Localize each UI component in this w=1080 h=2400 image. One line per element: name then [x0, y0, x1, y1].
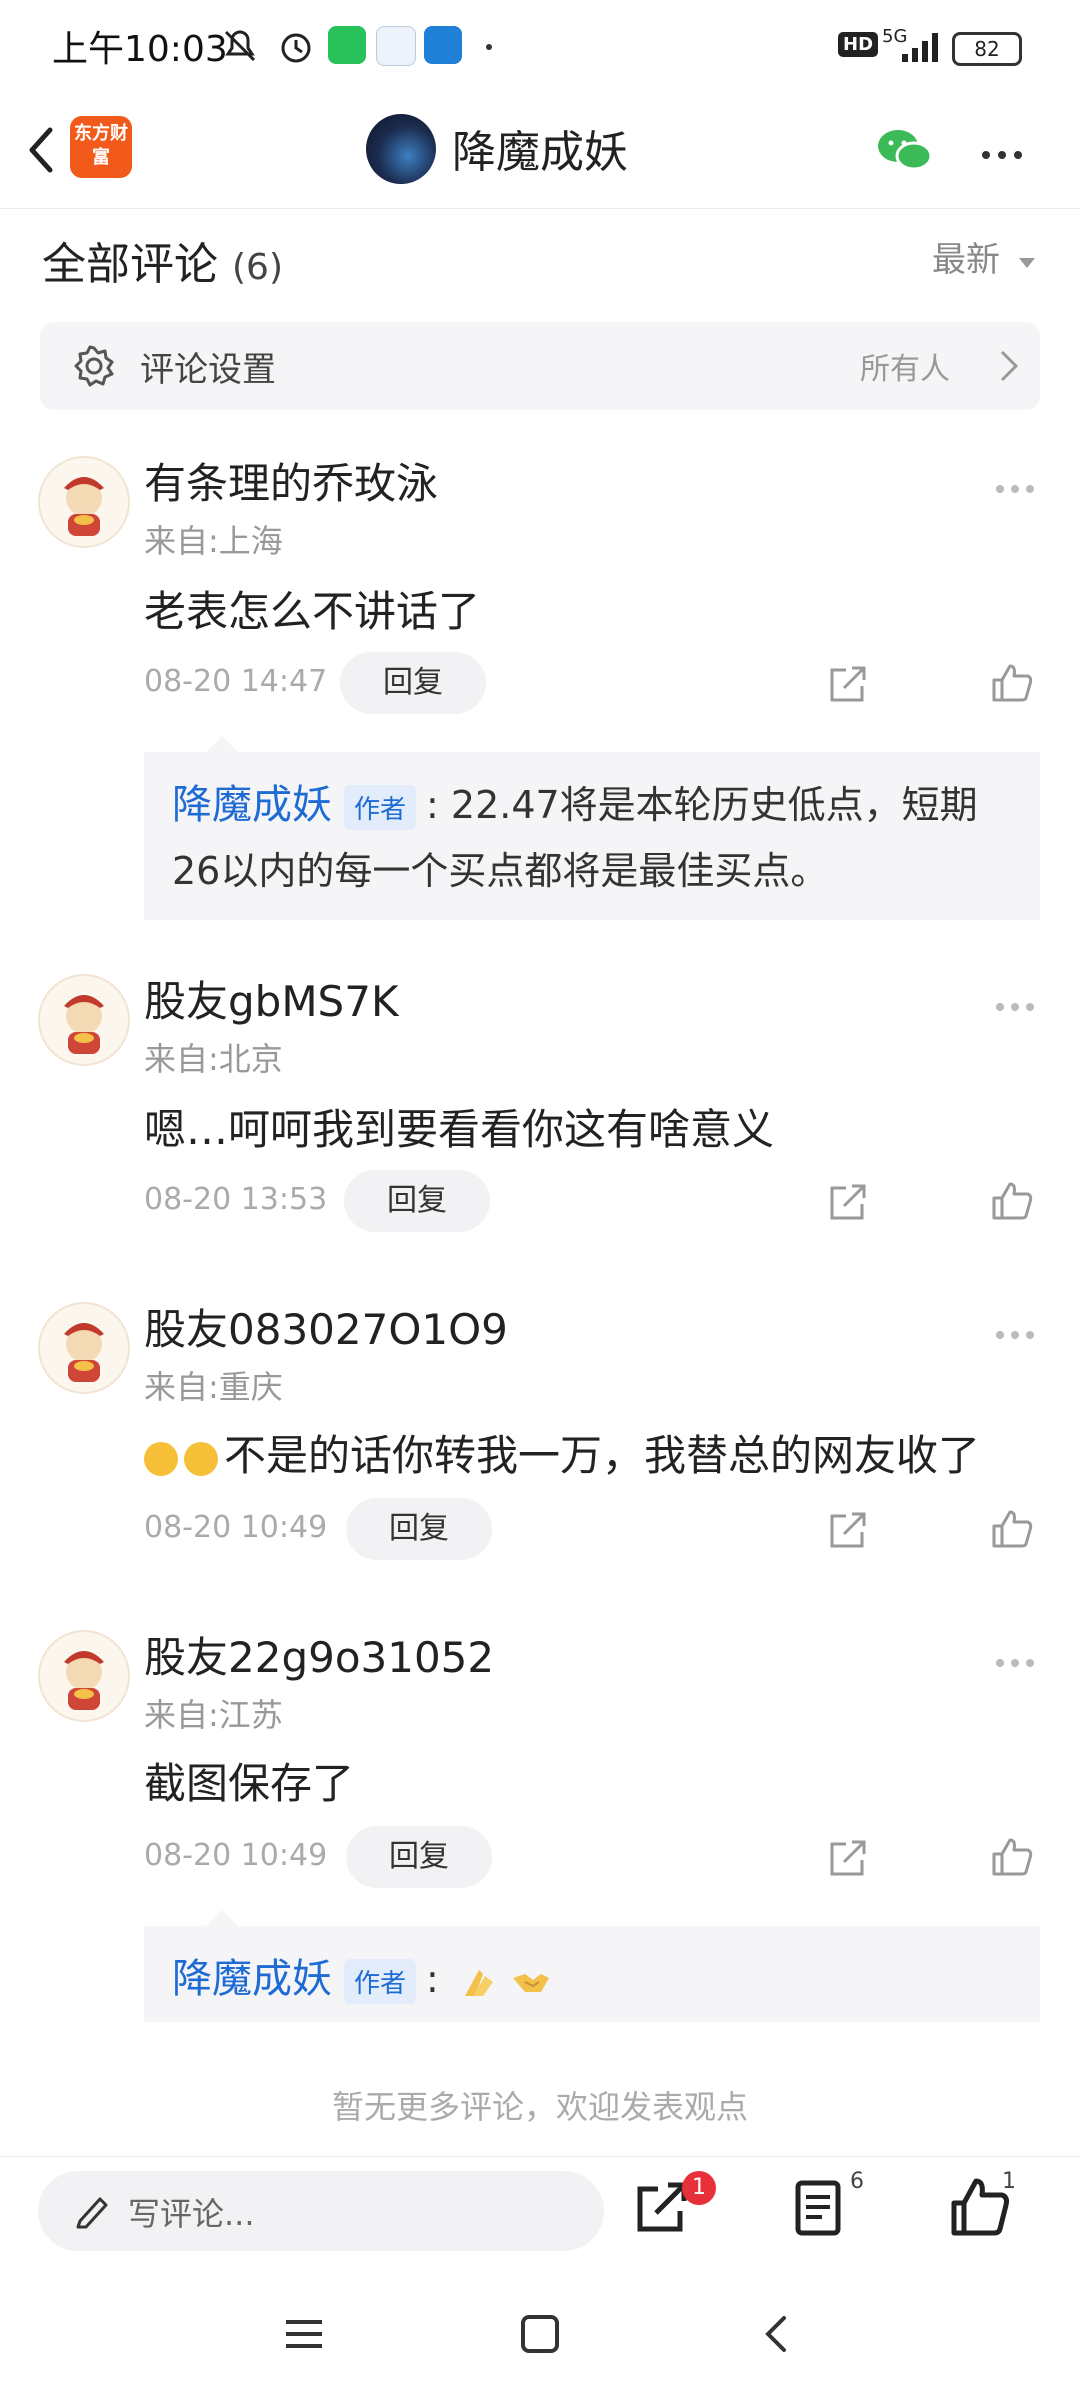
write-comment-input[interactable]: 写评论... — [38, 2171, 604, 2251]
caret-down-icon — [1018, 258, 1035, 268]
commenter-location: 来自:江苏 — [144, 1696, 283, 1734]
share-icon[interactable] — [826, 1836, 870, 1880]
share-icon[interactable] — [826, 1180, 870, 1224]
share-icon[interactable] — [826, 662, 870, 706]
comment-text: 截图保存了 — [144, 1759, 355, 1808]
like-icon[interactable] — [990, 1506, 1034, 1550]
like-icon[interactable] — [990, 1834, 1034, 1878]
commenter-name[interactable]: 股友083027O1O9 — [144, 1296, 508, 1357]
comment-settings-row[interactable]: 评论设置 所有人 — [40, 322, 1040, 410]
top-navigation-bar: 东方财富 降魔成妖 — [0, 90, 1080, 209]
settings-value: 所有人 — [860, 352, 950, 387]
like-icon[interactable] — [990, 1178, 1034, 1222]
comment-time: 08-20 10:49 — [144, 1838, 328, 1873]
comment-count: 6 — [850, 2169, 864, 2194]
avatar-illustration — [64, 477, 104, 536]
back-arrow-icon[interactable] — [18, 120, 66, 180]
commenter-name[interactable]: 股友22g9o31052 — [144, 1624, 494, 1685]
comment-text: 嗯…呵呵我到要看看你这有啥意义 — [144, 1105, 775, 1154]
calendar-notification-icon — [376, 26, 416, 66]
back-icon[interactable] — [756, 2314, 796, 2354]
reply-button[interactable]: 回复 — [346, 1498, 492, 1560]
page-title[interactable]: 降魔成妖 — [452, 116, 628, 180]
share-count-badge: 1 — [682, 2171, 716, 2205]
chevron-right-icon — [1000, 350, 1019, 382]
alarm-icon — [281, 33, 311, 63]
reply-button[interactable]: 回复 — [346, 1826, 492, 1888]
app-notification-icon — [424, 26, 462, 64]
comment-more-icon[interactable] — [996, 478, 1041, 497]
pencil-icon — [76, 2197, 108, 2229]
reply-text-line1: : 22.47将是本轮历史低点，短期 — [426, 783, 978, 827]
write-comment-placeholder: 写评论... — [128, 2195, 255, 2233]
battery-indicator: 82 — [952, 32, 1022, 66]
comments-title: 全部评论 — [42, 239, 218, 290]
more-notifications-dot — [486, 44, 492, 50]
mute-icon — [224, 30, 256, 62]
comment-more-icon[interactable] — [996, 1652, 1041, 1671]
reply-button[interactable]: 回复 — [344, 1170, 490, 1232]
reply-box-pointer — [206, 1910, 238, 1926]
more-options-icon[interactable] — [982, 144, 1030, 163]
comment-text-row: 不是的话你转我一万，我替总的网友收了 — [144, 1422, 980, 1483]
like-icon[interactable] — [990, 660, 1034, 704]
reply-author-name[interactable]: 降魔成妖 — [172, 782, 332, 828]
reply-text-line2: 26以内的每一个买点都将是最佳买点。 — [172, 849, 829, 893]
author-tag: 作者 — [344, 1959, 417, 2004]
comment-time: 08-20 14:47 — [144, 664, 328, 699]
home-icon[interactable] — [520, 2314, 560, 2354]
sort-label: 最新 — [932, 240, 1000, 280]
commenter-name[interactable]: 有条理的乔玫泳 — [144, 450, 438, 511]
comment-more-icon[interactable] — [996, 1324, 1041, 1343]
reply-button[interactable]: 回复 — [340, 652, 486, 714]
comments-heading: 全部评论 (6) — [42, 228, 283, 292]
avatar-illustration — [64, 1323, 104, 1382]
settings-label: 评论设置 — [140, 350, 276, 390]
comments-count: (6) — [232, 247, 283, 288]
like-count: 1 — [1002, 2169, 1016, 2194]
commenter-avatar[interactable] — [38, 1630, 130, 1722]
handshake-emoji-icon — [513, 1973, 550, 1992]
commenter-avatar[interactable] — [38, 974, 130, 1066]
wechat-notification-icon — [328, 26, 366, 64]
avatar-illustration — [64, 995, 104, 1054]
status-bar: 上午10:03 HD 5G 82 — [0, 0, 1080, 90]
blush-emoji-icon — [184, 1441, 218, 1476]
author-reply-box[interactable]: 降魔成妖 作者: — [144, 1910, 1040, 2022]
blush-emoji-icon — [144, 1441, 178, 1476]
sort-dropdown[interactable]: 最新 — [932, 232, 1037, 281]
author-reply-box[interactable]: 降魔成妖 作者: 22.47将是本轮历史低点，短期 26以内的每一个买点都将是最佳… — [144, 736, 1040, 920]
wechat-share-icon[interactable] — [874, 126, 934, 174]
status-time: 上午10:03 — [52, 29, 228, 70]
commenter-name[interactable]: 股友gbMS7K — [144, 968, 398, 1029]
commenter-avatar[interactable] — [38, 456, 130, 548]
author-tag: 作者 — [344, 785, 417, 830]
comment-more-icon[interactable] — [996, 996, 1041, 1015]
praying-hands-emoji-icon — [464, 1969, 493, 1996]
commenter-avatar[interactable] — [38, 1302, 130, 1394]
hd-badge: HD — [838, 32, 879, 57]
gear-icon — [74, 345, 114, 387]
comment-time: 08-20 10:49 — [144, 1510, 328, 1545]
signal-icon — [902, 33, 938, 62]
reply-box-pointer — [206, 736, 238, 752]
commenter-location: 来自:重庆 — [144, 1368, 283, 1406]
brand-logo[interactable]: 东方财富 — [70, 116, 132, 178]
commenter-location: 来自:北京 — [144, 1040, 283, 1078]
comments-icon[interactable] — [788, 2175, 852, 2239]
no-more-comments-text: 暂无更多评论，欢迎发表观点 — [331, 2088, 748, 2126]
reply-text-line1: : — [426, 1957, 439, 2001]
comment-text: 不是的话你转我一万，我替总的网友收了 — [224, 1431, 981, 1480]
system-navigation-bar — [0, 2274, 1080, 2400]
commenter-location: 来自:上海 — [144, 522, 283, 560]
bottom-action-bar: 写评论... 1 6 1 — [0, 2156, 1080, 2275]
avatar-illustration — [64, 1651, 104, 1710]
menu-icon[interactable] — [284, 2314, 324, 2354]
author-avatar[interactable] — [366, 114, 436, 184]
comment-text: 老表怎么不讲话了 — [144, 587, 481, 636]
share-icon[interactable] — [826, 1508, 870, 1552]
reply-author-name[interactable]: 降魔成妖 — [172, 1956, 332, 2002]
comment-time: 08-20 13:53 — [144, 1182, 328, 1217]
